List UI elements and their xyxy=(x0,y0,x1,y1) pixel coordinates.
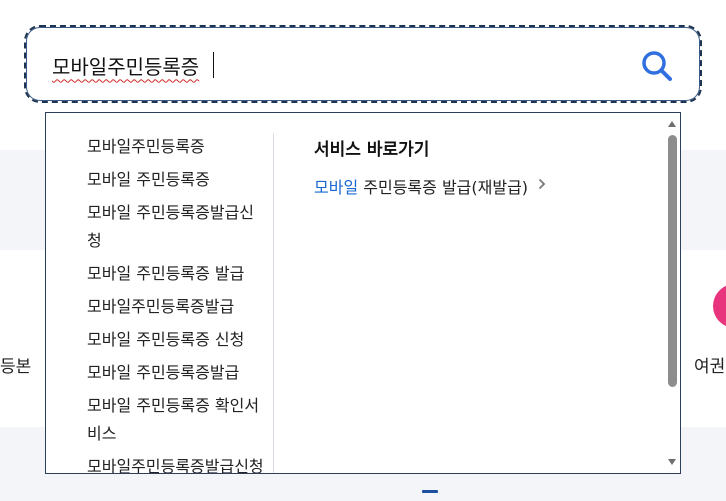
background-menu-label[interactable]: 등본 xyxy=(0,352,31,377)
scrollbar-thumb[interactable] xyxy=(668,135,677,387)
service-shortcut-title: 서비스 바로가기 xyxy=(314,140,430,160)
suggestion-column: 모바일주민등록증 모바일 주민등록증 모바일 주민등록증발급신청 모바일 주민등… xyxy=(46,133,274,473)
service-shortcut-section: 서비스 바로가기 모바일 주민등록증 발급(재발급) xyxy=(314,135,644,198)
service-link-text: 주민등록증 발급(재발급) xyxy=(358,178,529,197)
search-icon xyxy=(642,51,672,81)
suggestion-item[interactable]: 모바일 주민등록증 확인서비스 xyxy=(87,392,265,448)
suggestion-item[interactable]: 모바일주민등록증발급신청 xyxy=(87,453,265,473)
suggestion-item[interactable]: 모바일 주민등록증발급 xyxy=(87,359,265,387)
search-input[interactable]: 모바일주민등록증 xyxy=(52,49,612,81)
suggestion-list: 모바일주민등록증 모바일 주민등록증 모바일 주민등록증발급신청 모바일 주민등… xyxy=(46,133,273,473)
search-input-value: 모바일주민등록증 xyxy=(52,54,200,79)
service-shortcut-link[interactable]: 모바일 주민등록증 발급(재발급) xyxy=(314,174,644,198)
suggestion-item[interactable]: 모바일 주민등록증발급신청 xyxy=(87,199,265,255)
suggestion-item[interactable]: 모바일 주민등록증 xyxy=(87,166,265,194)
service-link-highlight: 모바일 xyxy=(314,178,359,197)
suggestion-item[interactable]: 모바일 주민등록증 신청 xyxy=(87,326,265,354)
search-button[interactable] xyxy=(640,49,674,83)
suggestion-item[interactable]: 모바일주민등록증발급 xyxy=(87,293,265,321)
text-caret xyxy=(213,52,215,78)
background-decoration xyxy=(422,490,438,493)
dropdown-scrollbar[interactable] xyxy=(664,113,680,473)
scroll-down-arrow-icon[interactable] xyxy=(667,457,677,467)
background-menu-icon xyxy=(713,284,726,328)
scroll-up-arrow-icon[interactable] xyxy=(667,119,677,129)
autocomplete-dropdown: 모바일주민등록증 모바일 주민등록증 모바일 주민등록증발급신청 모바일 주민등… xyxy=(45,112,681,474)
suggestion-item[interactable]: 모바일주민등록증 xyxy=(87,133,265,161)
background-menu-label[interactable]: 여권 xyxy=(694,352,725,377)
search-box: 모바일주민등록증 xyxy=(24,25,702,103)
chevron-right-icon xyxy=(538,178,546,194)
suggestion-item[interactable]: 모바일 주민등록증 발급 xyxy=(87,260,265,288)
